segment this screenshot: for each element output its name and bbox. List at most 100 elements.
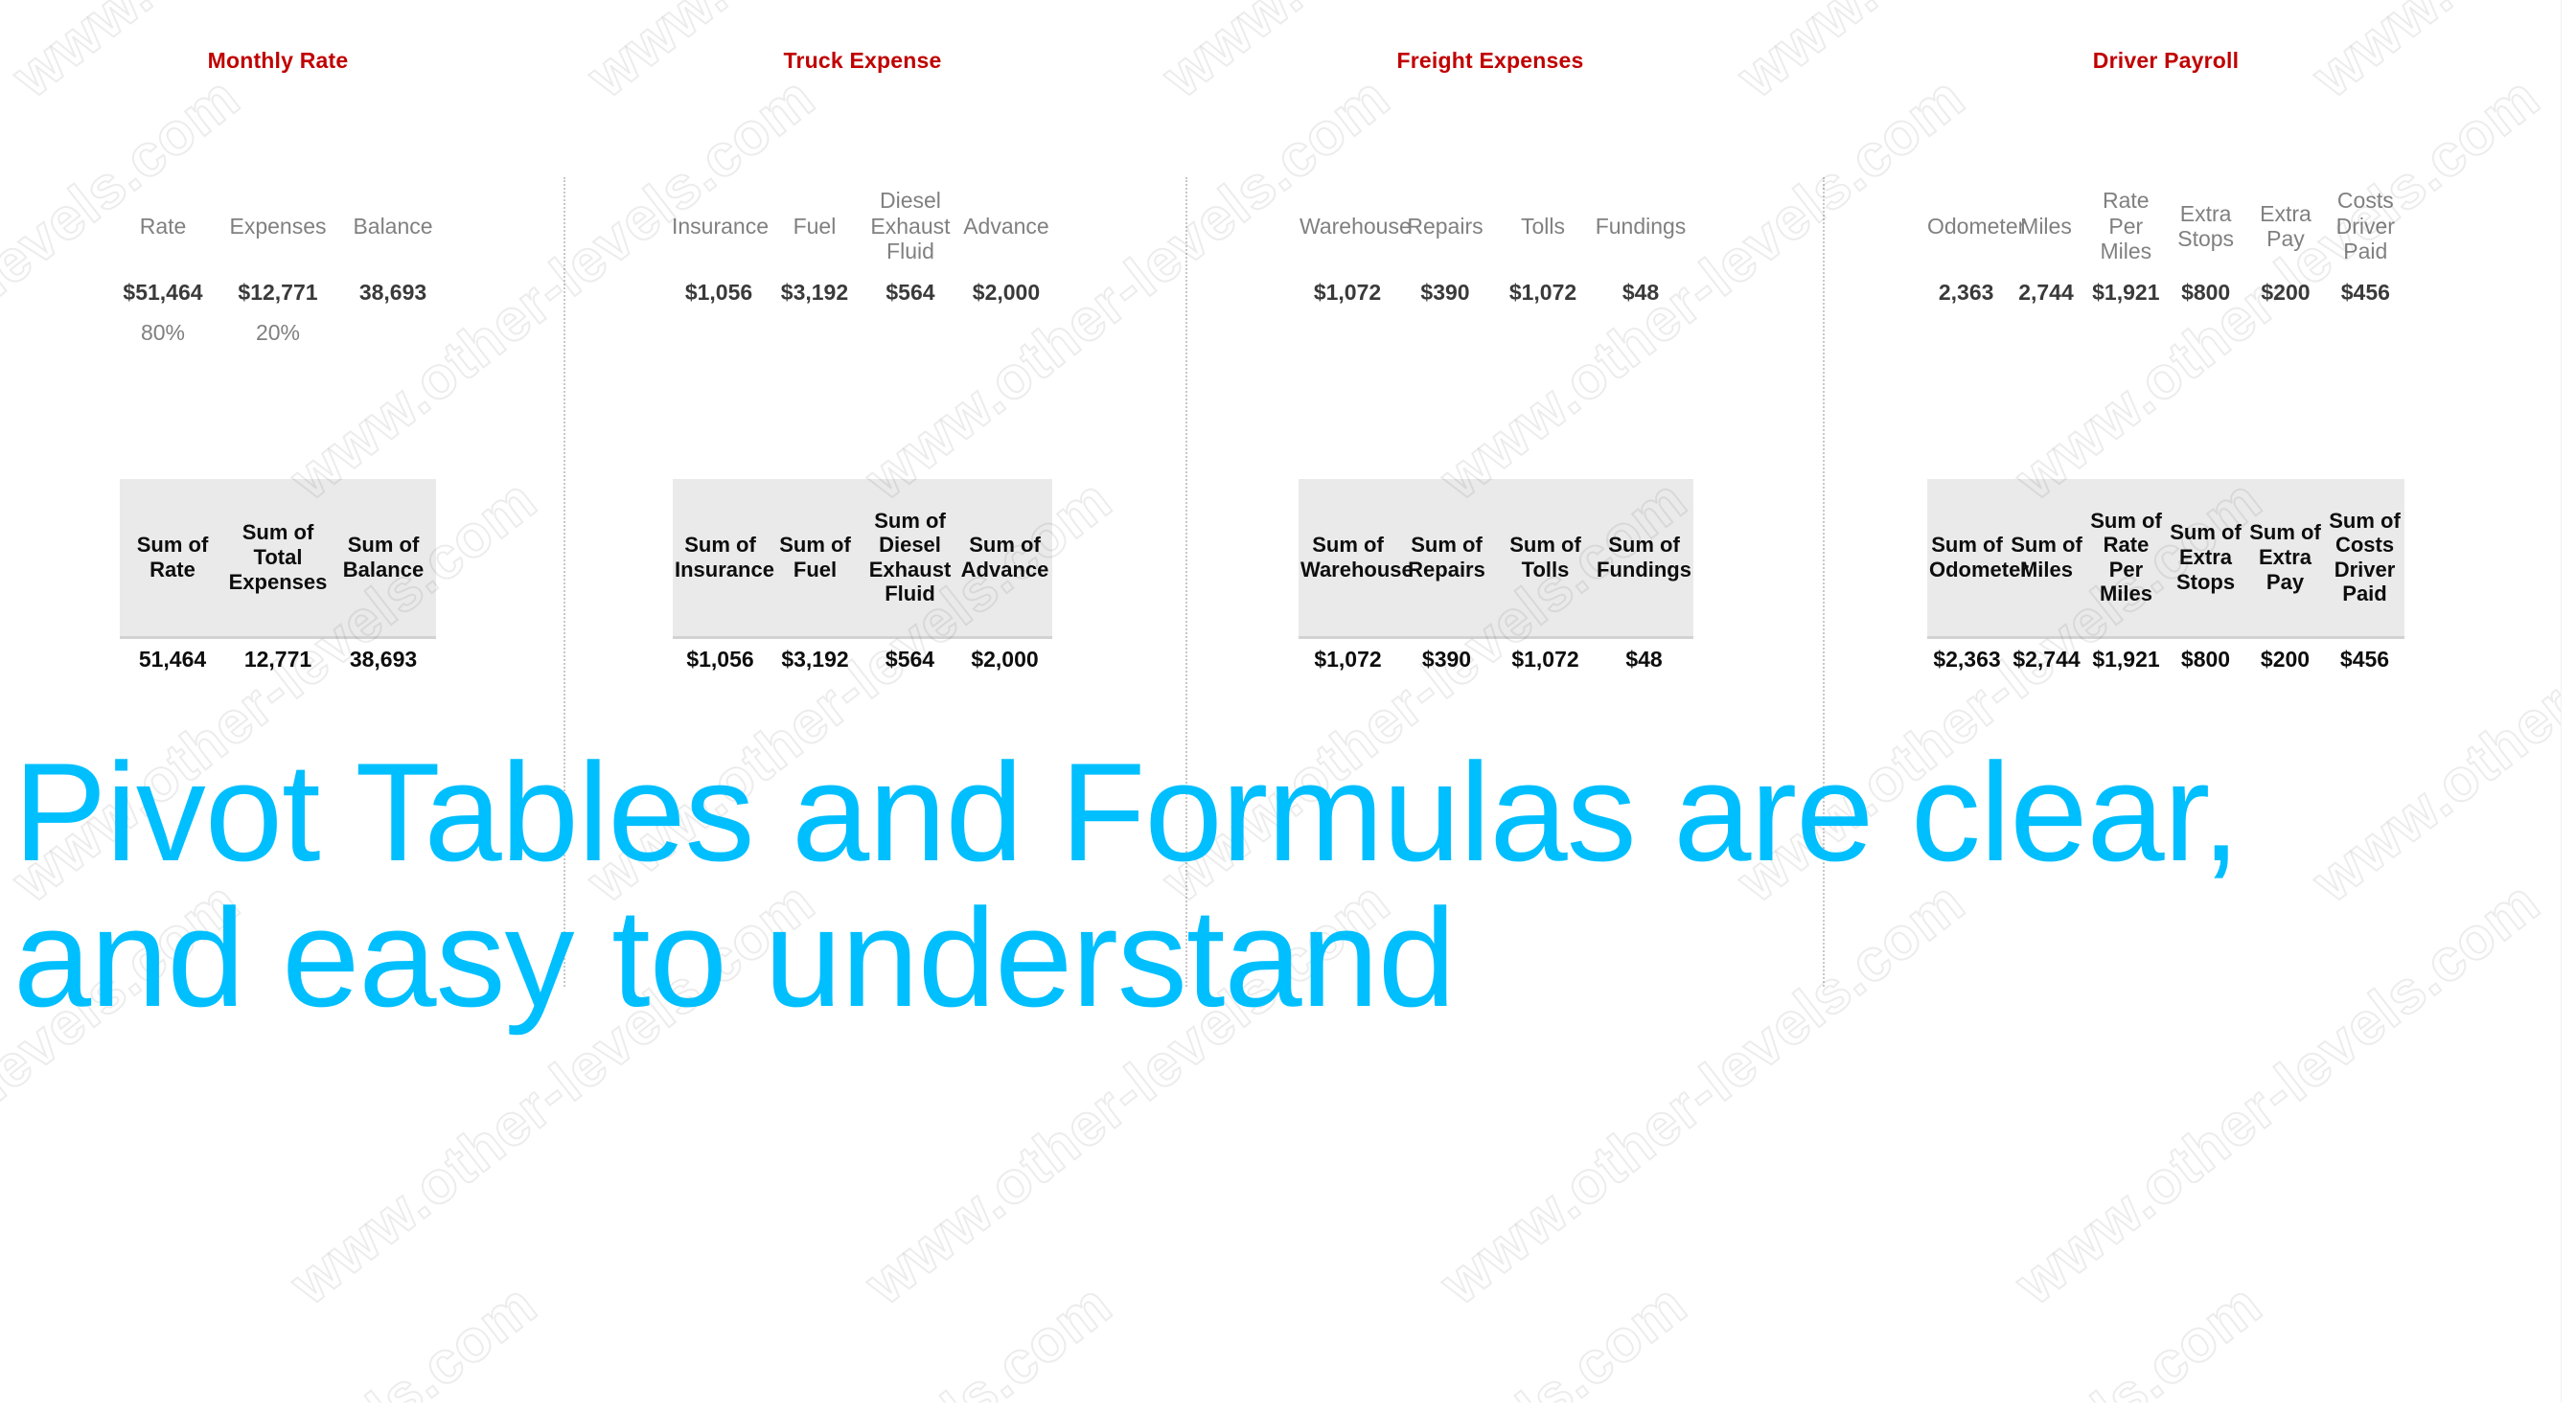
pivot-value-cell: $1,921 bbox=[2086, 635, 2166, 681]
pivot-column-header[interactable]: Sum of Costs Driver Paid bbox=[2325, 479, 2404, 637]
pivot-column-header[interactable]: Sum of Diesel Exhaust Fluid bbox=[862, 479, 957, 637]
pivot-column-header[interactable]: Sum of Extra Pay bbox=[2245, 479, 2325, 637]
source-value-cell: $1,056 bbox=[684, 279, 753, 305]
pivot-column-header[interactable]: Sum of Rate bbox=[120, 479, 225, 637]
pivot-wrapper-truck-expense: Sum of Insurance Sum of Fuel Sum of Diesel… bbox=[671, 479, 1054, 681]
source-value-cell: $12,771 bbox=[238, 279, 318, 305]
source-percent-cell bbox=[335, 314, 450, 354]
source-value-row: $1,056 $3,192 $564 $2,000 bbox=[671, 270, 1054, 314]
pivot-value-cell: $564 bbox=[862, 635, 957, 681]
source-column-header: Warehouse bbox=[1300, 213, 1412, 239]
source-table-truck-expense: Insurance Fuel Diesel Exhaust Fluid Advance… bbox=[671, 182, 1054, 314]
pivot-column-header[interactable]: Sum of Total Expenses bbox=[225, 479, 331, 637]
source-value-cell: $2,000 bbox=[972, 279, 1041, 305]
source-table-monthly-rate: Rate Expenses Balance $51,464 $12,771 38,693 8… bbox=[105, 182, 450, 354]
pivot-header-row: Sum of Warehouse Sum of Repairs Sum of Tol… bbox=[1299, 479, 1693, 637]
source-header-row: Warehouse Repairs Tolls Fundings bbox=[1299, 182, 1690, 270]
pivot-value-cell: $3,192 bbox=[768, 635, 862, 681]
pivot-wrapper-driver-payroll: Sum of Odometer Sum of Miles Sum of Rate P… bbox=[1926, 479, 2405, 681]
pivot-value-cell: $2,744 bbox=[2007, 635, 2086, 681]
source-value-cell: $1,072 bbox=[1508, 279, 1577, 305]
pivot-value-cell: $1,072 bbox=[1496, 635, 1595, 681]
watermark-text: www.other-levels.com bbox=[2300, 1270, 2576, 1414]
source-value-cell: $800 bbox=[2181, 279, 2231, 305]
pivot-value-cell: 12,771 bbox=[225, 635, 331, 681]
pivot-value-cell: $800 bbox=[2166, 635, 2245, 681]
source-column-header: Costs Driver Paid bbox=[2335, 188, 2395, 264]
pivot-header-row: Sum of Insurance Sum of Fuel Sum of Diesel… bbox=[673, 479, 1052, 637]
watermark-text: www.other-levels.com bbox=[1725, 1270, 2275, 1414]
pivot-column-header[interactable]: Sum of Extra Stops bbox=[2166, 479, 2245, 637]
source-column-header: Fundings bbox=[1595, 213, 1687, 239]
section-title-truck-expense: Truck Expense bbox=[783, 48, 942, 73]
pivot-wrapper-freight-expenses: Sum of Warehouse Sum of Repairs Sum of Tol… bbox=[1299, 479, 1693, 681]
source-value-cell: 2,744 bbox=[2018, 279, 2074, 305]
slide-canvas: Monthly Rate Rate Expenses Balance $51,464 $1… bbox=[0, 0, 2576, 1414]
section-title-driver-payroll: Driver Payroll bbox=[2092, 48, 2240, 73]
source-value-cell: $51,464 bbox=[123, 279, 203, 305]
source-column-header: Rate bbox=[139, 213, 187, 239]
source-value-cell: $564 bbox=[886, 279, 935, 305]
pivot-column-header[interactable]: Sum of Tolls bbox=[1496, 479, 1595, 637]
pivot-header-row: Sum of Rate Sum of Total Expenses Sum of B… bbox=[120, 479, 436, 637]
source-column-header: Expenses bbox=[229, 213, 327, 239]
pivot-value-cell: $2,000 bbox=[957, 635, 1052, 681]
bottom-edge-strip bbox=[0, 1403, 2576, 1414]
pivot-value-cell: $200 bbox=[2245, 635, 2325, 681]
source-value-row: $51,464 $12,771 38,693 bbox=[105, 270, 450, 314]
watermark-text: www.other-levels.com bbox=[0, 1270, 550, 1414]
pivot-value-cell: $1,056 bbox=[673, 635, 768, 681]
source-table-freight-expenses: Warehouse Repairs Tolls Fundings $1,072 $390 $… bbox=[1299, 182, 1690, 314]
source-percent-cell: 20% bbox=[255, 319, 301, 345]
pivot-total-row: $1,072 $390 $1,072 $48 bbox=[1299, 635, 1693, 681]
pivot-value-cell: 38,693 bbox=[331, 635, 436, 681]
source-value-cell: $3,192 bbox=[780, 279, 849, 305]
source-column-header: Diesel Exhaust Fluid bbox=[870, 188, 951, 264]
source-column-header: Advance bbox=[963, 213, 1049, 239]
pivot-table-truck-expense[interactable]: Sum of Insurance Sum of Fuel Sum of Diesel… bbox=[673, 479, 1052, 681]
source-column-header: Insurance bbox=[672, 213, 770, 239]
source-header-row: Odometer Miles Rate Per Miles Extra Stops Ex… bbox=[1926, 182, 2405, 270]
watermark-text: www.other-levels.com bbox=[575, 1270, 1125, 1414]
pivot-value-cell: 51,464 bbox=[120, 635, 225, 681]
source-value-cell: $390 bbox=[1420, 279, 1470, 305]
pivot-total-row: 51,464 12,771 38,693 bbox=[120, 635, 436, 681]
source-column-header: Repairs bbox=[1407, 213, 1484, 239]
pivot-value-cell: $1,072 bbox=[1299, 635, 1397, 681]
source-column-header: Rate Per Miles bbox=[2100, 188, 2152, 264]
pivot-table-freight-expenses[interactable]: Sum of Warehouse Sum of Repairs Sum of Tol… bbox=[1299, 479, 1693, 681]
watermark-text: www.other-levels.com bbox=[1150, 1270, 1700, 1414]
source-column-header: Tolls bbox=[1520, 213, 1565, 239]
headline-text: Pivot Tables and Formulas are clear, and… bbox=[13, 734, 2241, 1036]
pivot-column-header[interactable]: Sum of Balance bbox=[331, 479, 436, 637]
source-column-header: Balance bbox=[353, 213, 433, 239]
pivot-column-header[interactable]: Sum of Rate Per Miles bbox=[2086, 479, 2166, 637]
source-column-header: Extra Stops bbox=[2177, 200, 2235, 251]
pivot-column-header[interactable]: Sum of Repairs bbox=[1397, 479, 1496, 637]
pivot-table-driver-payroll[interactable]: Sum of Odometer Sum of Miles Sum of Rate P… bbox=[1927, 479, 2404, 681]
source-column-header: Extra Pay bbox=[2260, 200, 2312, 251]
source-value-cell: $200 bbox=[2261, 279, 2311, 305]
source-value-cell: $456 bbox=[2340, 279, 2390, 305]
pivot-value-cell: $48 bbox=[1595, 635, 1693, 681]
source-value-cell: 2,363 bbox=[1938, 279, 1994, 305]
source-column-header: Odometer bbox=[1927, 213, 2026, 239]
pivot-header-row: Sum of Odometer Sum of Miles Sum of Rate P… bbox=[1927, 479, 2404, 637]
source-header-row: Rate Expenses Balance bbox=[105, 182, 450, 270]
pivot-column-header[interactable]: Sum of Warehouse bbox=[1299, 479, 1414, 637]
source-value-cell: $1,072 bbox=[1313, 279, 1382, 305]
pivot-table-monthly-rate[interactable]: Sum of Rate Sum of Total Expenses Sum of B… bbox=[120, 479, 436, 681]
pivot-column-header[interactable]: Sum of Advance bbox=[957, 479, 1052, 637]
pivot-value-cell: $390 bbox=[1397, 635, 1496, 681]
pivot-column-header[interactable]: Sum of Odometer bbox=[1927, 479, 2029, 637]
pivot-column-header[interactable]: Sum of Fundings bbox=[1595, 479, 1693, 637]
pivot-value-cell: $456 bbox=[2325, 635, 2404, 681]
pivot-column-header[interactable]: Sum of Insurance bbox=[673, 479, 774, 637]
source-value-cell: 38,693 bbox=[358, 279, 427, 305]
pivot-wrapper-monthly-rate: Sum of Rate Sum of Total Expenses Sum of B… bbox=[105, 479, 450, 681]
source-percent-row: 80% 20% bbox=[105, 314, 450, 354]
pivot-value-cell: $2,363 bbox=[1927, 635, 2007, 681]
pivot-column-header[interactable]: Sum of Fuel bbox=[768, 479, 862, 637]
source-value-cell: $48 bbox=[1622, 279, 1660, 305]
source-value-row: $1,072 $390 $1,072 $48 bbox=[1299, 270, 1690, 314]
